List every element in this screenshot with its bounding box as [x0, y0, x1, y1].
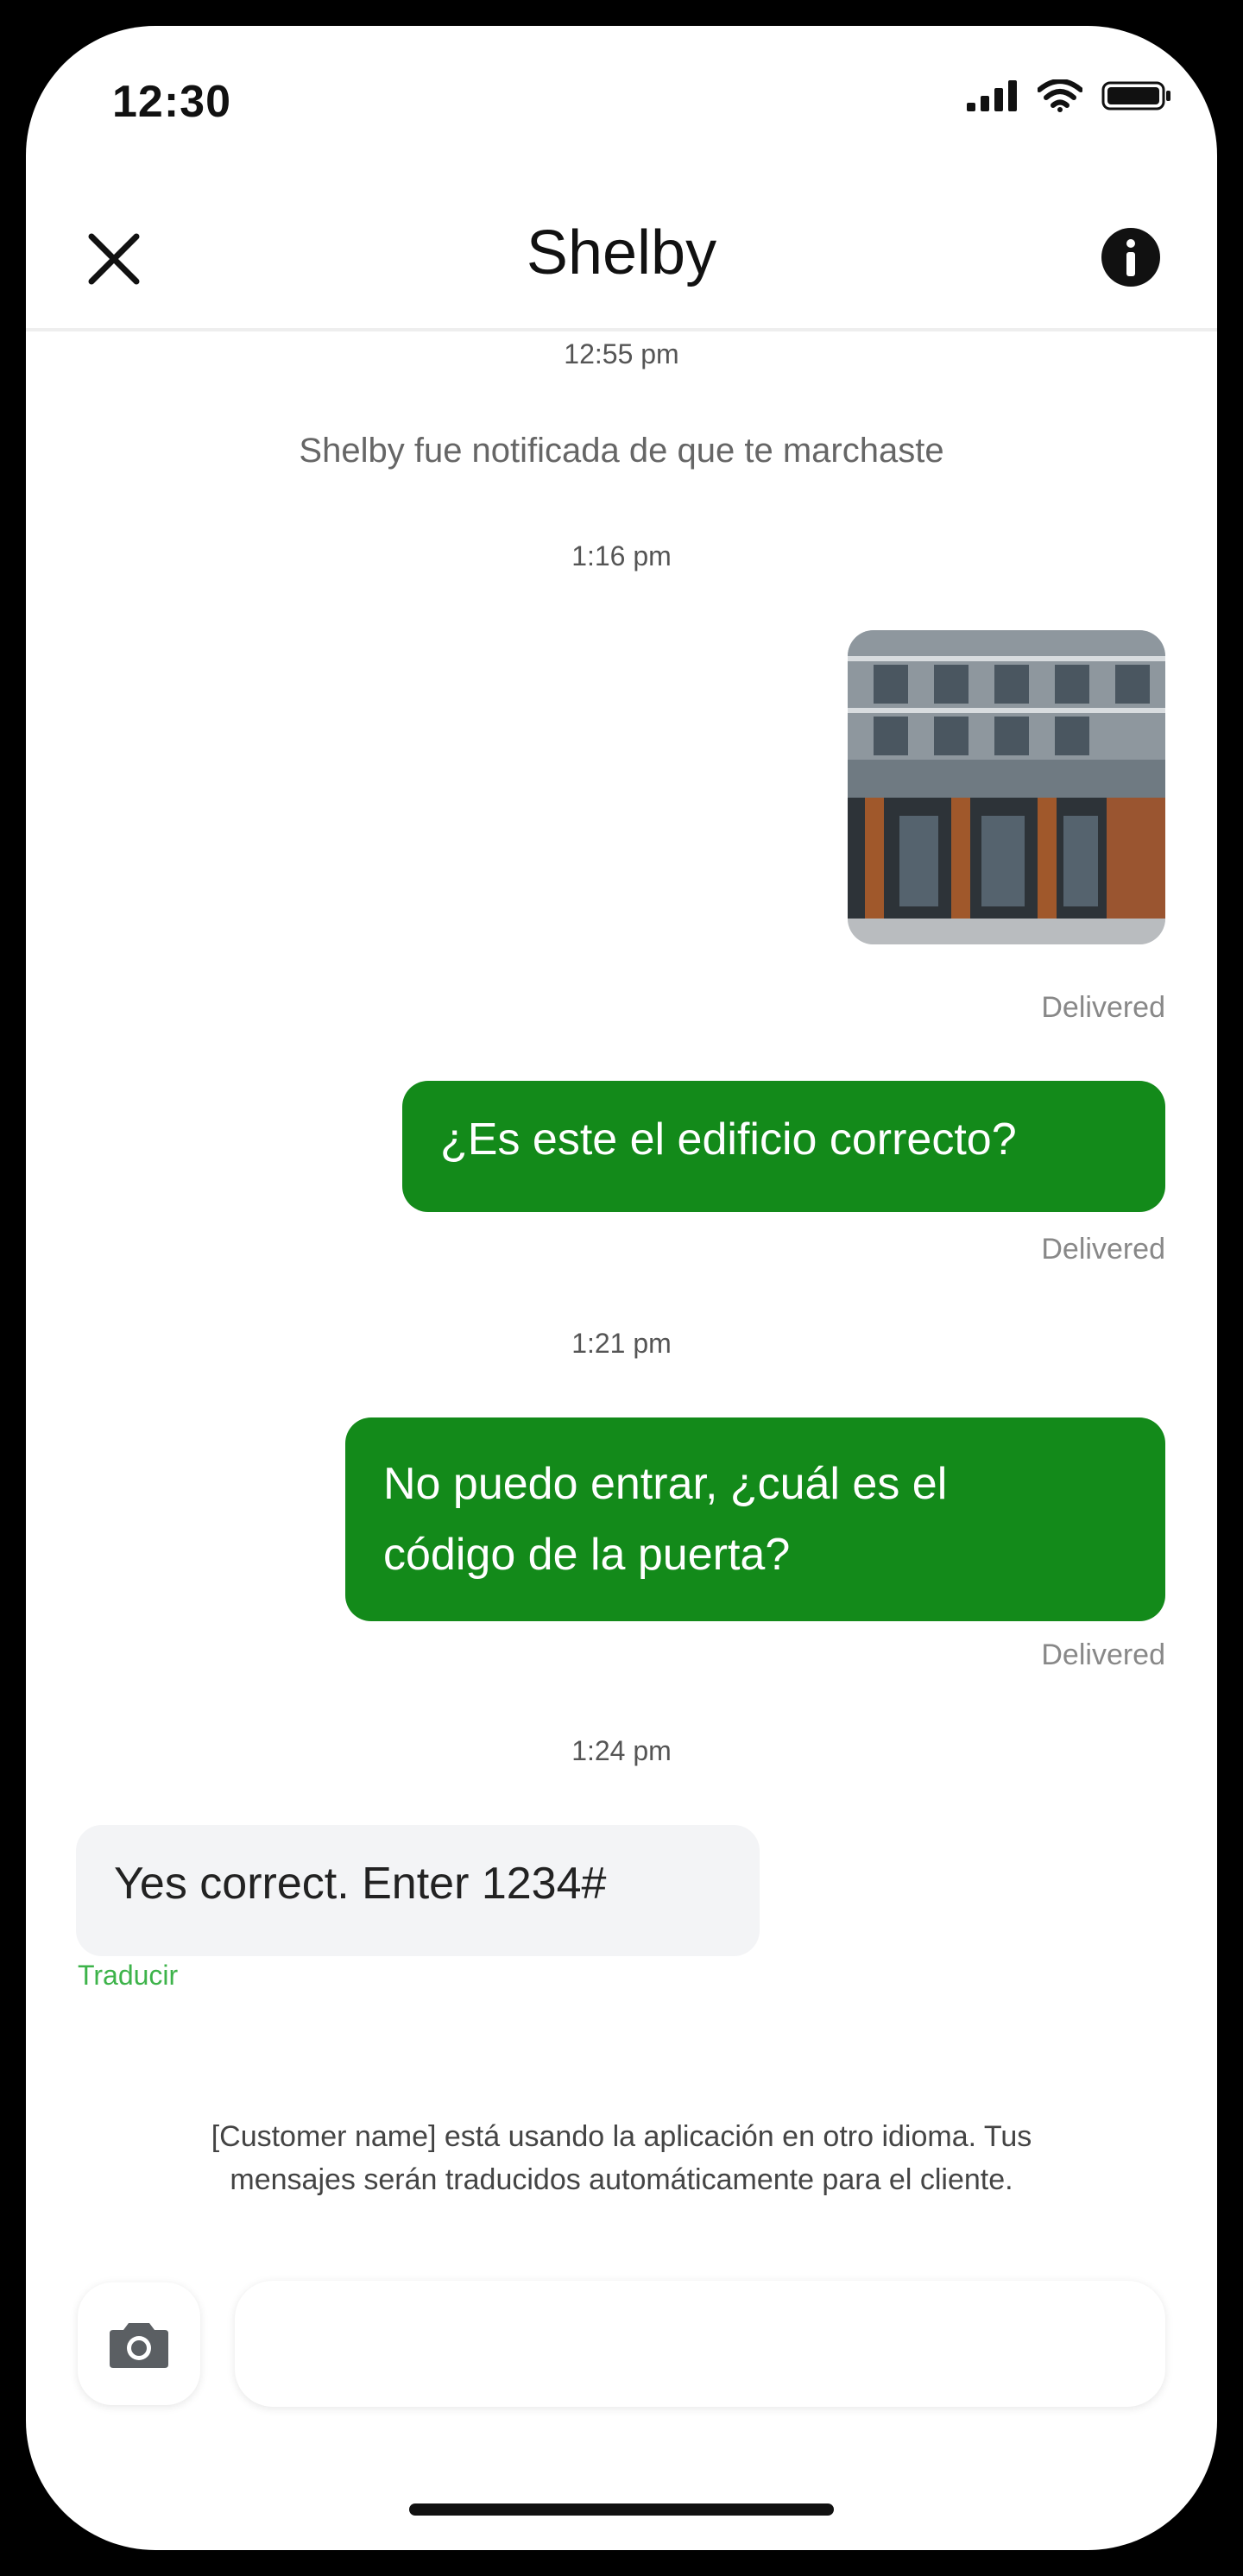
battery-icon: [1101, 81, 1170, 110]
status-bar: 12:30: [26, 26, 1217, 181]
incoming-message: Yes correct. Enter 1234#: [76, 1825, 760, 1956]
info-icon: [1101, 228, 1160, 287]
outgoing-message: ¿Es este el edificio correcto?: [402, 1081, 1165, 1212]
message-text-line: No puedo entrar, ¿cuál es el: [383, 1459, 948, 1509]
system-message: Shelby fue notificada de que te marchast…: [299, 432, 944, 470]
translate-link[interactable]: Traducir: [78, 1960, 178, 1992]
message-text-line: código de la puerta?: [383, 1530, 791, 1580]
timestamp: 12:55 pm: [564, 338, 679, 369]
message-input[interactable]: [235, 2281, 1165, 2407]
message-text: Yes correct. Enter 1234#: [114, 1859, 607, 1909]
page-title: Shelby: [526, 218, 717, 287]
timestamp: 1:24 pm: [571, 1735, 672, 1766]
building-photo-message[interactable]: [848, 630, 1165, 944]
signal-icon: [967, 80, 1017, 111]
info-button[interactable]: [1096, 223, 1165, 292]
building-photo: [848, 630, 1165, 944]
delivery-status: Delivered: [1041, 991, 1165, 1024]
status-time: 12:30: [112, 77, 231, 127]
message-text: ¿Es este el edificio correcto?: [440, 1114, 1017, 1165]
notice-line: mensajes serán traducidos automáticament…: [230, 2163, 1013, 2196]
home-indicator: [409, 2503, 834, 2516]
wifi-icon: [1038, 79, 1082, 112]
status-icons: [967, 79, 1172, 112]
camera-button[interactable]: [78, 2282, 200, 2405]
outgoing-message: No puedo entrar, ¿cuál es el código de l…: [345, 1417, 1165, 1621]
translation-notice: [Customer name] está usando la aplicació…: [112, 2115, 1131, 2201]
delivery-status: Delivered: [1041, 1638, 1165, 1671]
nav-bar: Shelby: [26, 181, 1217, 331]
delivery-status: Delivered: [1041, 1233, 1165, 1266]
timestamp: 1:21 pm: [571, 1328, 672, 1359]
camera-icon: [110, 2323, 168, 2368]
timestamp: 1:16 pm: [571, 540, 672, 571]
notice-line: [Customer name] está usando la aplicació…: [211, 2120, 1032, 2153]
phone-screen: 12:30 Shelby 12:55 pm Shelby fue notific…: [26, 26, 1217, 2550]
